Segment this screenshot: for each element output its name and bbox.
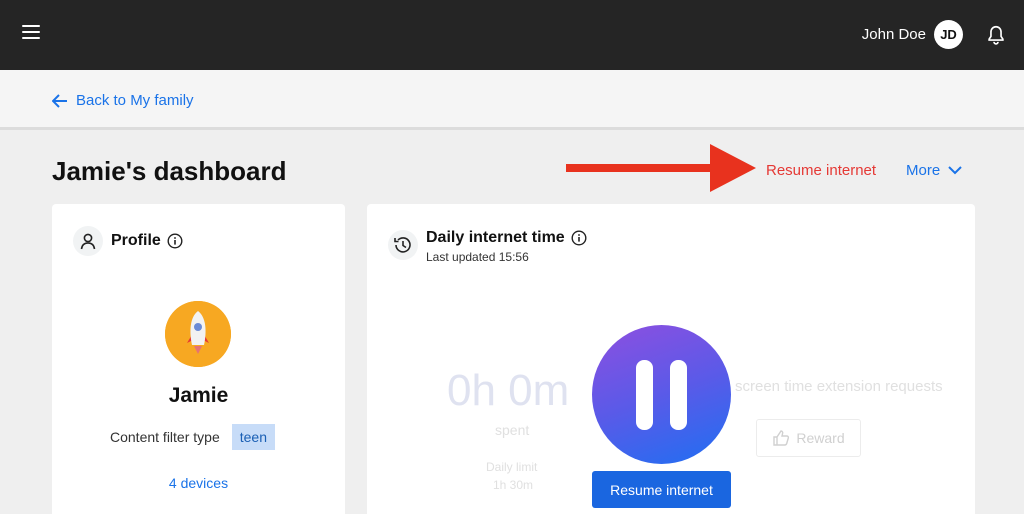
rocket-icon bbox=[165, 301, 231, 367]
devices-link[interactable]: 4 devices bbox=[52, 475, 345, 491]
info-icon[interactable] bbox=[571, 230, 587, 246]
reward-label: Reward bbox=[796, 430, 845, 446]
daily-title-label: Daily internet time bbox=[426, 229, 565, 246]
info-icon[interactable] bbox=[167, 233, 183, 249]
resume-internet-button[interactable]: Resume internet bbox=[592, 471, 731, 508]
daily-limit-label: Daily limit bbox=[486, 460, 538, 474]
profile-title-label: Profile bbox=[111, 232, 161, 249]
red-arrow-annotation bbox=[566, 144, 756, 192]
last-updated: Last updated 15:56 bbox=[426, 250, 529, 264]
extension-requests-text: screen time extension requests bbox=[735, 378, 943, 395]
daily-internet-card: Daily internet time Last updated 15:56 0… bbox=[367, 204, 975, 514]
more-label: More bbox=[906, 162, 941, 179]
clock-icon bbox=[388, 230, 418, 260]
bell-icon[interactable] bbox=[985, 23, 1007, 47]
spent-label: spent bbox=[495, 422, 530, 438]
time-spent: 0h 0m bbox=[447, 366, 570, 415]
user-name[interactable]: John Doe bbox=[862, 26, 926, 43]
page-title: Jamie's dashboard bbox=[52, 156, 287, 186]
back-to-family-link[interactable]: Back to My family bbox=[52, 92, 194, 109]
top-bar: John Doe JD bbox=[0, 0, 1024, 70]
pause-icon bbox=[592, 325, 731, 464]
filter-badge: teen bbox=[231, 424, 275, 450]
back-link-label: Back to My family bbox=[76, 92, 194, 109]
profile-title: Profile bbox=[111, 232, 183, 250]
thumbs-up-icon bbox=[773, 430, 790, 446]
resume-internet-link[interactable]: Resume internet bbox=[766, 162, 876, 179]
content-filter-row: Content filter type teen bbox=[110, 424, 275, 450]
reward-button[interactable]: Reward bbox=[756, 419, 861, 457]
daily-title: Daily internet time bbox=[426, 229, 587, 247]
daily-limit-value: 1h 30m bbox=[493, 478, 534, 492]
back-strip: Back to My family bbox=[0, 70, 1024, 130]
arrow-left-icon bbox=[52, 93, 67, 108]
menu-icon[interactable] bbox=[22, 25, 40, 41]
user-icon bbox=[73, 226, 103, 256]
chevron-down-icon bbox=[948, 166, 962, 175]
avatar[interactable]: JD bbox=[934, 20, 963, 49]
child-name: Jamie bbox=[168, 384, 229, 407]
filter-label: Content filter type bbox=[110, 429, 220, 445]
more-dropdown[interactable]: More bbox=[906, 162, 962, 179]
profile-card: Profile Jamie Content filter type teen 4… bbox=[52, 204, 345, 514]
